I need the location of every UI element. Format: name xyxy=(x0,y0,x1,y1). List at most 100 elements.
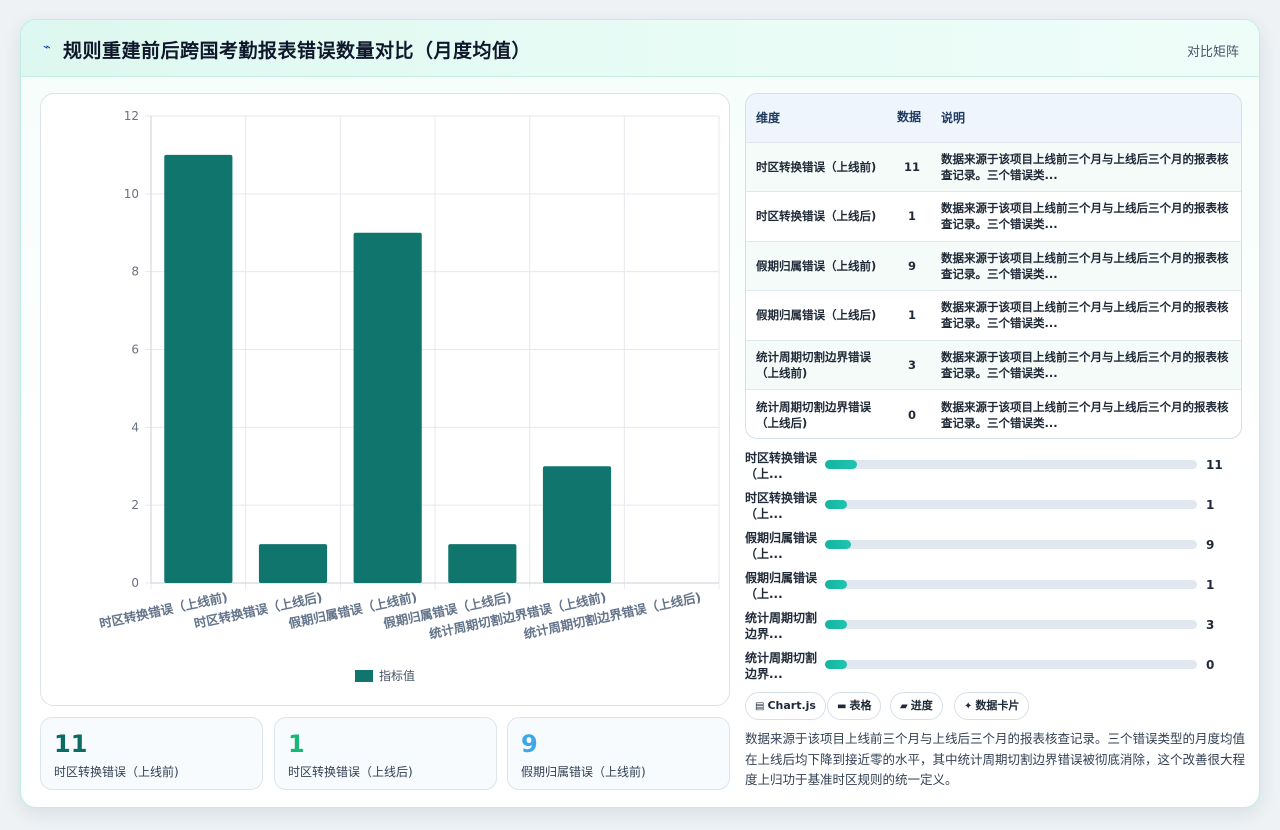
table-row: 假期归属错误（上线前) 9 数据来源于该项目上线前三个月与上线后三个月的报表核查记录… xyxy=(746,241,1241,291)
description-cell: 数据来源于该项目上线前三个月与上线后三个月的报表核查记录。三个错误类... xyxy=(941,300,1229,331)
progress-label: 假期归属错误（上... xyxy=(745,531,818,561)
progress-icon: ▰ xyxy=(900,701,908,712)
progress-value: 9 xyxy=(1206,538,1215,552)
progress-value: 3 xyxy=(1206,618,1215,632)
value-cell: 3 xyxy=(907,357,916,372)
view-tag: 对比矩阵 xyxy=(1186,45,1239,60)
stat-card: 11 时区转换错误（上线前) xyxy=(40,717,263,790)
table-row: 统计周期切割边界错误（上线后) 0 数据来源于该项目上线前三个月与上线后三个月的报表… xyxy=(746,389,1241,439)
progress-row: 假期归属错误（上... 1 xyxy=(745,570,1242,610)
column-header: 数据 xyxy=(897,110,922,125)
chip-progress[interactable]: ▰ 进度 xyxy=(890,692,943,720)
progress-label: 时区转换错误（上... xyxy=(745,451,818,481)
progress-value: 11 xyxy=(1206,458,1223,472)
progress-track xyxy=(825,620,1197,629)
stat-label: 假期归属错误（上线前) xyxy=(521,765,646,779)
progress-fill xyxy=(825,540,852,549)
dimension-cell: 时区转换错误（上线前) xyxy=(756,159,877,174)
stat-card: 9 假期归属错误（上线前) xyxy=(507,717,730,790)
description-cell: 数据来源于该项目上线前三个月与上线后三个月的报表核查记录。三个错误类... xyxy=(941,349,1229,380)
header-bar: ⌁ 规则重建前后跨国考勤报表错误数量对比（月度均值） 对比矩阵 xyxy=(21,20,1259,77)
chip-label: Chart.js xyxy=(767,699,816,712)
value-cell: 11 xyxy=(903,159,920,174)
progress-value: 1 xyxy=(1206,498,1215,512)
chart-trend-icon: ⌁ xyxy=(43,40,51,55)
table-row: 时区转换错误（上线前) 11 数据来源于该项目上线前三个月与上线后三个月的报表核查记… xyxy=(746,142,1241,192)
description-cell: 数据来源于该项目上线前三个月与上线后三个月的报表核查记录。三个错误类... xyxy=(941,399,1229,430)
bar[interactable] xyxy=(448,544,517,583)
chip-label: 进度 xyxy=(910,699,933,712)
table-row: 统计周期切割边界错误（上线前) 3 数据来源于该项目上线前三个月与上线后三个月的报表… xyxy=(746,340,1241,390)
progress-row: 统计周期切割边界... 3 xyxy=(745,610,1242,650)
description-cell: 数据来源于该项目上线前三个月与上线后三个月的报表核查记录。三个错误类... xyxy=(941,201,1229,232)
dimension-cell: 假期归属错误（上线前) xyxy=(756,258,877,273)
progress-label: 时区转换错误（上... xyxy=(745,491,818,521)
bar[interactable] xyxy=(258,544,328,583)
table-header-row: 维度 数据 说明 xyxy=(746,94,1241,142)
progress-fill xyxy=(825,620,848,629)
progress-row: 统计周期切割边界... 0 xyxy=(745,650,1242,690)
stat-label: 时区转换错误（上线前) xyxy=(54,765,179,779)
progress-label: 假期归属错误（上... xyxy=(745,571,818,601)
progress-track xyxy=(825,660,1197,669)
progress-fill xyxy=(825,580,848,589)
description-cell: 数据来源于该项目上线前三个月与上线后三个月的报表核查记录。三个错误类... xyxy=(941,151,1229,182)
chip-window[interactable]: ▤ Chart.js xyxy=(745,692,826,720)
y-tick-label: 6 xyxy=(131,343,139,357)
page-title: 规则重建前后跨国考勤报表错误数量对比（月度均值） xyxy=(63,40,532,62)
progress-label: 统计周期切割边界... xyxy=(745,651,818,681)
dimension-cell: 统计周期切割边界错误（上线后) xyxy=(756,399,871,430)
progress-row: 时区转换错误（上... 11 xyxy=(745,450,1242,490)
chip-sparkle[interactable]: ✦ 数据卡片 xyxy=(954,692,1030,720)
progress-row: 时区转换错误（上... 1 xyxy=(745,490,1242,530)
y-tick-label: 12 xyxy=(124,109,139,123)
legend-label: 指标值 xyxy=(379,668,415,683)
dashboard-card: ⌁ 规则重建前后跨国考勤报表错误数量对比（月度均值） 对比矩阵 0 2 4 6 8 10 1… xyxy=(20,19,1260,808)
dimension-cell: 时区转换错误（上线后) xyxy=(756,209,877,224)
chip-label: 表格 xyxy=(849,699,872,712)
table-row: 时区转换错误（上线后) 1 数据来源于该项目上线前三个月与上线后三个月的报表核查记录… xyxy=(746,191,1241,242)
bar[interactable] xyxy=(542,466,612,583)
window-icon: ▤ xyxy=(755,701,765,712)
bar-chart: 024681012时区转换错误（上线前)时区转换错误（上线后)假期归属错误（上线… xyxy=(98,109,720,683)
y-tick-label: 8 xyxy=(131,265,139,279)
progress-value: 1 xyxy=(1206,578,1215,592)
y-tick-label: 0 xyxy=(131,576,139,590)
dimension-cell: 统计周期切割边界错误（上线前) xyxy=(756,349,871,380)
progress-fill xyxy=(825,660,848,669)
data-table: 维度 数据 说明 时区转换错误（上线前) 11 数据来源于该项目上线前三个月与上线后… xyxy=(745,93,1242,439)
value-cell: 9 xyxy=(907,258,916,273)
progress-track xyxy=(825,580,1197,589)
bar-chart-panel: 0 2 4 6 8 10 12 时区转换错误（上线前) 时区转换错误（上线后) 假期归属错误（上线… xyxy=(40,93,730,706)
sparkle-icon: ✦ xyxy=(964,701,973,712)
stat-value: 11 xyxy=(54,730,88,758)
column-header: 维度 xyxy=(756,111,781,126)
progress-label: 统计周期切割边界... xyxy=(745,611,818,641)
progress-value: 0 xyxy=(1206,658,1215,672)
stat-value: 9 xyxy=(521,730,538,758)
progress-track xyxy=(825,540,1197,549)
legend-swatch xyxy=(355,670,373,682)
progress-fill xyxy=(825,460,857,469)
stat-label: 时区转换错误（上线后) xyxy=(288,765,413,779)
y-tick-label: 4 xyxy=(131,420,139,434)
stat-card: 1 时区转换错误（上线后) xyxy=(274,717,497,790)
bar[interactable] xyxy=(164,154,233,583)
y-tick-label: 10 xyxy=(124,187,139,201)
stat-value: 1 xyxy=(288,730,305,758)
bar[interactable] xyxy=(353,232,422,583)
summary-note: 数据来源于该项目上线前三个月与上线后三个月的报表核查记录。三个错误类型的月度均值… xyxy=(745,731,1246,787)
progress-track xyxy=(825,500,1197,509)
table-row: 假期归属错误（上线后) 1 数据来源于该项目上线前三个月与上线后三个月的报表核查记录… xyxy=(746,290,1241,341)
table-icon: ▬ xyxy=(837,701,847,712)
chip-table[interactable]: ▬ 表格 xyxy=(827,692,882,720)
progress-fill xyxy=(825,500,848,509)
progress-track xyxy=(825,460,1197,469)
chip-label: 数据卡片 xyxy=(975,699,1020,712)
dimension-cell: 假期归属错误（上线后) xyxy=(756,308,877,323)
y-tick-label: 2 xyxy=(131,498,139,512)
value-cell: 0 xyxy=(907,407,916,422)
progress-row: 假期归属错误（上... 9 xyxy=(745,530,1242,570)
value-cell: 1 xyxy=(907,209,916,224)
value-cell: 1 xyxy=(907,308,916,323)
